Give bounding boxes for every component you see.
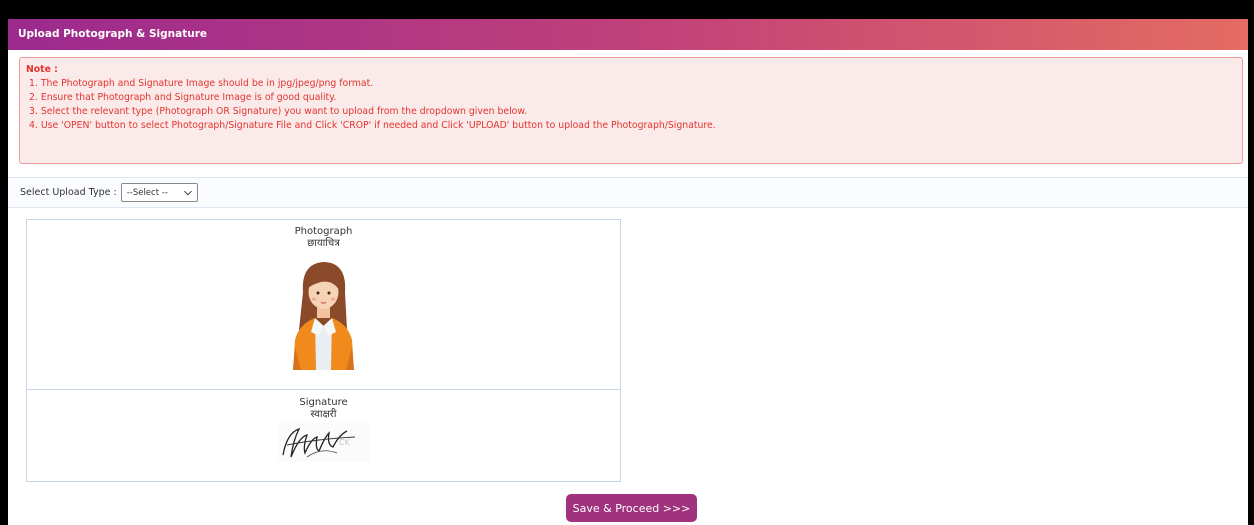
avatar-placeholder-icon (293, 262, 354, 370)
note-item: 1. The Photograph and Signature Image sh… (29, 78, 374, 89)
note-list: 1. The Photograph and Signature Image sh… (26, 77, 1236, 133)
signature-section: Signature स्वाक्षरी CK (27, 390, 620, 462)
signature-label-hindi: स्वाक्षरी (310, 409, 337, 420)
signature-preview: CK (277, 423, 370, 462)
chevron-down-icon: ⌵ (184, 187, 192, 198)
save-proceed-button[interactable]: Save & Proceed >>> (566, 494, 697, 522)
photograph-preview (277, 252, 370, 371)
photograph-label: Photograph (294, 226, 353, 237)
section-title: Upload Photograph & Signature (18, 28, 207, 40)
photograph-label-hindi: छायाचित्र (307, 238, 340, 249)
upload-type-bar: Select Upload Type : --Select -- ⌵ (8, 177, 1248, 208)
note-item: 2. Ensure that Photograph and Signature … (29, 92, 337, 103)
signature-label: Signature (299, 397, 348, 408)
note-box: Note : 1. The Photograph and Signature I… (19, 57, 1243, 164)
signature-scribble-icon: CK (277, 423, 370, 462)
note-title: Note : (26, 64, 58, 75)
preview-panel: Photograph छायाचित्र Signature स्वाक्षरी… (26, 219, 621, 482)
note-item: 3. Select the relevant type (Photograph … (29, 106, 528, 117)
svg-text:CK: CK (339, 438, 351, 447)
note-item: 4. Use 'OPEN' button to select Photograp… (29, 120, 716, 131)
page-frame: Upload Photograph & Signature Note : 1. … (8, 19, 1248, 525)
upload-type-label: Select Upload Type : (20, 187, 117, 198)
upload-type-select[interactable]: --Select -- ⌵ (120, 183, 198, 202)
photograph-section: Photograph छायाचित्र (27, 220, 620, 390)
upload-type-value: --Select -- (126, 187, 168, 198)
section-header: Upload Photograph & Signature (8, 19, 1248, 50)
